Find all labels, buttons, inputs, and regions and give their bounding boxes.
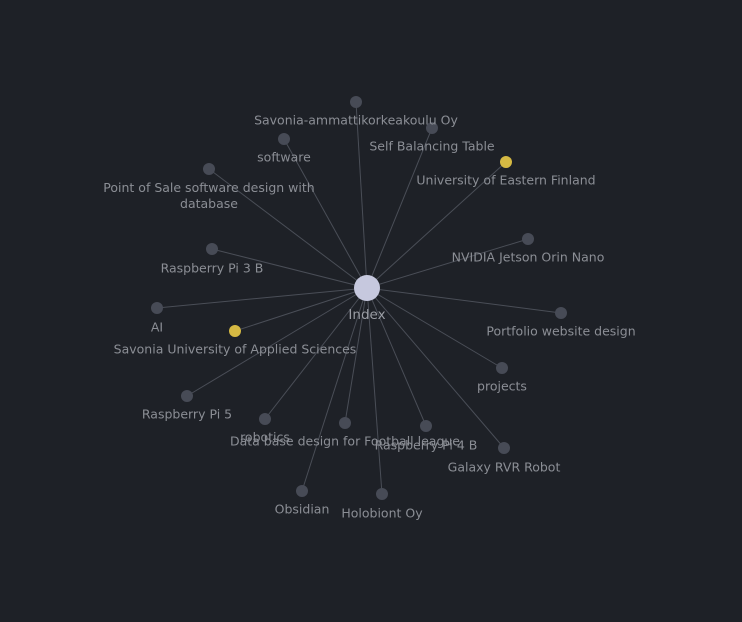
graph-node-portfolio[interactable] [555,307,567,319]
graph-node-label-raspberry-pi-4b[interactable]: Raspberry Pi 4 B [375,438,478,453]
graph-node-raspberry-pi-4b[interactable] [420,420,432,432]
graph-node-raspberry-pi-5[interactable] [181,390,193,402]
graph-node-uef[interactable] [500,156,512,168]
graph-node-label-line: Point of Sale software design with [103,180,314,195]
graph-node-label-nvidia-jetson[interactable]: NVIDIA Jetson Orin Nano [452,250,605,265]
graph-node-pos-design[interactable] [203,163,215,175]
graph-node-label-projects[interactable]: projects [477,379,527,394]
graph-node-obsidian[interactable] [296,485,308,497]
graph-node-label-software[interactable]: software [257,150,311,165]
graph-node-robotics[interactable] [259,413,271,425]
graph-canvas[interactable]: Savonia-ammattikorkeakoulu Oy Self Balanc… [0,0,742,622]
edge-index-galaxy-rvr [366,287,505,449]
graph-view[interactable]: Savonia-ammattikorkeakoulu Oy Self Balanc… [0,0,742,622]
graph-node-label-savonia-uas[interactable]: Savonia University of Applied Sciences [114,342,357,357]
graph-node-label-line: database [180,196,238,211]
graph-node-projects[interactable] [496,362,508,374]
graph-node-label-savonia-oy[interactable]: Savonia-ammattikorkeakoulu Oy [254,113,458,128]
graph-node-ai[interactable] [151,302,163,314]
edge-index-savonia-oy [355,101,368,289]
graph-node-label-portfolio[interactable]: Portfolio website design [486,324,635,339]
graph-node-label-obsidian[interactable]: Obsidian [275,502,330,517]
graph-node-label-self-balancing-table[interactable]: Self Balancing Table [369,139,495,154]
graph-node-holobiont[interactable] [376,488,388,500]
graph-node-software[interactable] [278,133,290,145]
graph-node-nvidia-jetson[interactable] [522,233,534,245]
graph-node-label-holobiont[interactable]: Holobiont Oy [341,506,423,521]
graph-node-label-index[interactable]: Index [348,307,385,323]
graph-labels: Savonia-ammattikorkeakoulu Oy Self Balanc… [103,113,635,521]
graph-node-raspberry-pi-3b[interactable] [206,243,218,255]
graph-node-galaxy-rvr[interactable] [498,442,510,454]
graph-node-label-pos-design[interactable]: Point of Sale software design with databa… [103,180,314,211]
graph-node-index[interactable] [354,275,380,301]
graph-node-label-raspberry-pi-3b[interactable]: Raspberry Pi 3 B [161,261,264,276]
edge-index-projects [366,287,503,369]
graph-node-label-uef[interactable]: University of Eastern Finland [416,173,595,188]
graph-node-football-db[interactable] [339,417,351,429]
graph-node-label-ai[interactable]: AI [151,320,163,335]
graph-node-label-galaxy-rvr[interactable]: Galaxy RVR Robot [448,460,561,475]
graph-node-savonia-oy[interactable] [350,96,362,108]
edge-index-portfolio [366,287,562,314]
graph-node-label-raspberry-pi-5[interactable]: Raspberry Pi 5 [142,407,232,422]
graph-node-savonia-uas[interactable] [229,325,241,337]
